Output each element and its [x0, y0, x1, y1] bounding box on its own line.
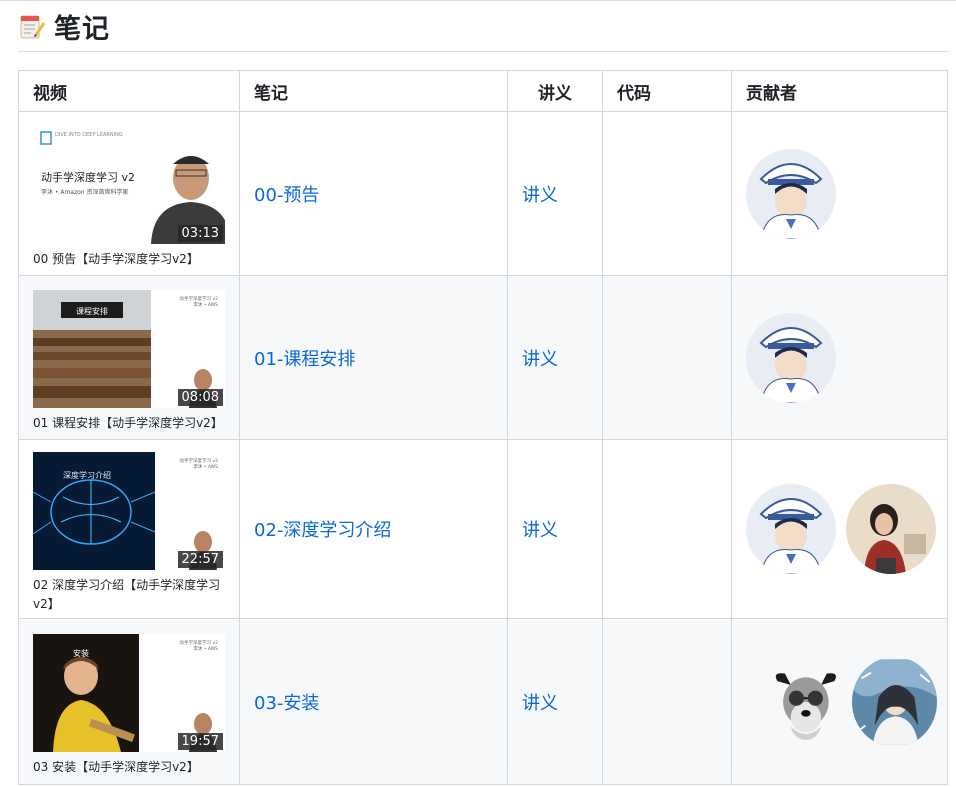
lecture-cell: 讲义 — [507, 111, 603, 276]
notes-table: 视频 笔记 讲义 代码 贡献者 DIVE INTO DEEP LEARNING … — [18, 70, 948, 785]
video-duration: 19:57 — [177, 733, 223, 750]
table-header-row: 视频 笔记 讲义 代码 贡献者 — [18, 70, 948, 112]
video-thumbnail[interactable]: 安装 动手学深度学习 v2 李沐 • AWS 19:57 — [33, 634, 225, 752]
lecture-link[interactable]: 讲义 — [522, 349, 558, 370]
contributor-avatar[interactable] — [746, 484, 836, 574]
header-contributors: 贡献者 — [731, 70, 948, 112]
video-cell: DIVE INTO DEEP LEARNING 动手学深度学习 v2 李沐 • … — [18, 111, 240, 276]
lecture-cell: 讲义 — [507, 618, 603, 785]
video-cell: 安装 动手学深度学习 v2 李沐 • AWS 19:57 03 安装【动手学深度… — [18, 618, 240, 785]
contributor-avatar[interactable] — [768, 662, 844, 742]
page-title: 笔记 — [54, 13, 110, 45]
contributors-cell — [731, 275, 948, 440]
note-link[interactable]: 02-深度学习介绍 — [254, 520, 391, 541]
video-title[interactable]: 02 深度学习介绍【动手学深度学习v2】 — [33, 576, 225, 614]
note-cell: 00-预告 — [239, 111, 508, 276]
contributor-avatar[interactable] — [746, 148, 836, 239]
lecture-cell: 讲义 — [507, 439, 603, 619]
video-cell: 课程安排 动手学深度学习 v2 李沐 • AWS 08:08 01 课程安排【动… — [18, 275, 240, 440]
thumbnail-side-author: 李沐 • AWS — [193, 463, 218, 470]
video-duration: 22:57 — [177, 551, 223, 568]
lecture-link[interactable]: 讲义 — [522, 520, 558, 541]
thumbnail-caption: 课程安排 — [76, 306, 108, 316]
note-cell: 01-课程安排 — [239, 275, 508, 440]
header-video: 视频 — [18, 70, 240, 112]
thumbnail-title: 动手学深度学习 v2 — [41, 170, 135, 184]
thumbnail-caption: 深度学习介绍 — [63, 470, 111, 480]
video-thumbnail[interactable]: 课程安排 动手学深度学习 v2 李沐 • AWS 08:08 — [33, 290, 225, 408]
video-title[interactable]: 03 安装【动手学深度学习v2】 — [33, 758, 225, 777]
table-row: 安装 动手学深度学习 v2 李沐 • AWS 19:57 03 安装【动手学深度… — [18, 618, 948, 785]
video-duration: 03:13 — [177, 225, 223, 242]
code-cell — [602, 111, 732, 276]
video-thumbnail[interactable]: 深度学习介绍 动手学深度学习 v2 李沐 • AWS 22:57 — [33, 452, 225, 570]
contributors-cell — [731, 439, 948, 619]
video-thumbnail[interactable]: DIVE INTO DEEP LEARNING 动手学深度学习 v2 李沐 • … — [33, 126, 225, 244]
table-row: 课程安排 动手学深度学习 v2 李沐 • AWS 08:08 01 课程安排【动… — [18, 275, 948, 440]
video-title[interactable]: 01 课程安排【动手学深度学习v2】 — [33, 414, 225, 433]
thumbnail-side-author: 李沐 • AWS — [193, 301, 218, 308]
thumbnail-side-title: 动手学深度学习 v2 — [180, 457, 219, 464]
lecture-cell: 讲义 — [507, 275, 603, 440]
header-notes: 笔记 — [239, 70, 508, 112]
top-border — [0, 0, 956, 1]
note-cell: 03-安装 — [239, 618, 508, 785]
lecture-link[interactable]: 讲义 — [522, 693, 558, 714]
contributor-avatar[interactable] — [746, 312, 836, 403]
table-row: DIVE INTO DEEP LEARNING 动手学深度学习 v2 李沐 • … — [18, 111, 948, 276]
thumbnail-side-title: 动手学深度学习 v2 — [180, 639, 219, 646]
thumbnail-side-author: 李沐 • AWS — [193, 645, 218, 652]
page-heading: 笔记 — [18, 6, 110, 46]
thumbnail-side-title: 动手学深度学习 v2 — [180, 295, 219, 302]
table-row: 深度学习介绍 动手学深度学习 v2 李沐 • AWS 22:57 02 深度学习… — [18, 439, 948, 619]
thumbnail-brand: DIVE INTO DEEP LEARNING — [55, 132, 123, 138]
heading-divider — [18, 51, 949, 52]
note-cell: 02-深度学习介绍 — [239, 439, 508, 619]
video-title[interactable]: 00 预告【动手学深度学习v2】 — [33, 250, 225, 269]
thumbnail-subtitle: 李沐 • Amazon 资深首席科学家 — [41, 188, 129, 196]
contributors-cell — [731, 618, 948, 785]
thumbnail-caption: 安装 — [73, 648, 89, 658]
contributors-cell — [731, 111, 948, 276]
contributor-avatar[interactable] — [851, 657, 937, 747]
memo-icon — [20, 15, 45, 39]
code-cell — [602, 275, 732, 440]
lecture-link[interactable]: 讲义 — [522, 185, 558, 206]
note-link[interactable]: 03-安装 — [254, 693, 319, 714]
header-code: 代码 — [602, 70, 732, 112]
code-cell — [602, 618, 732, 785]
video-cell: 深度学习介绍 动手学深度学习 v2 李沐 • AWS 22:57 02 深度学习… — [18, 439, 240, 619]
note-link[interactable]: 00-预告 — [254, 185, 319, 206]
header-lecture: 讲义 — [507, 70, 603, 112]
note-link[interactable]: 01-课程安排 — [254, 349, 355, 370]
video-duration: 08:08 — [177, 389, 223, 406]
code-cell — [602, 439, 732, 619]
contributor-avatar[interactable] — [846, 484, 936, 574]
